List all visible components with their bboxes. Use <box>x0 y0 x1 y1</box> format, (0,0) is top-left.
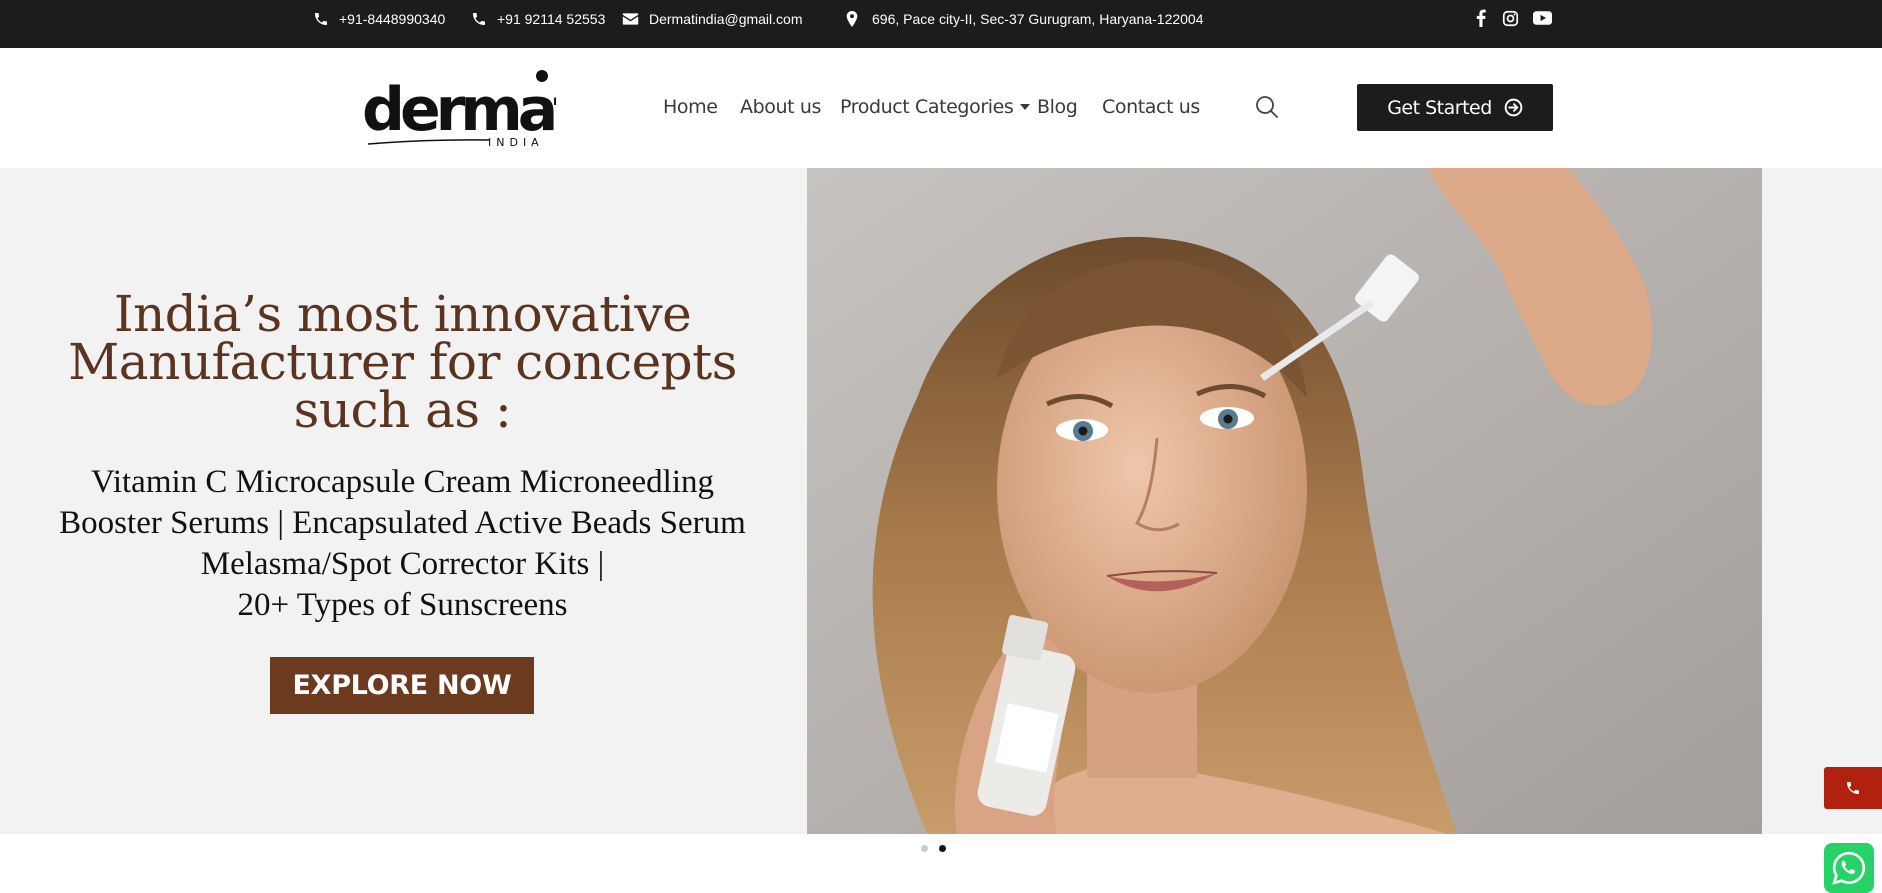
phone-icon <box>1847 782 1859 794</box>
hero-sub-line: Vitamin C Microcapsule Cream Microneedli… <box>90 464 715 500</box>
caret-down-icon <box>1020 104 1031 110</box>
envelope-icon <box>622 12 639 25</box>
facebook-icon <box>1476 9 1486 27</box>
slider-dot-1[interactable] <box>921 845 928 852</box>
get-started-button[interactable]: Get Started <box>1357 84 1553 131</box>
whatsapp-icon <box>1832 851 1866 885</box>
slider-dot-2[interactable] <box>939 845 946 852</box>
hero-heading: India’s most innovative Manufacturer for… <box>60 285 745 439</box>
instagram-icon <box>1502 10 1518 26</box>
svg-text:dermat: dermat <box>362 75 556 145</box>
whatsapp-floating-button[interactable] <box>1824 843 1874 893</box>
search-button[interactable] <box>1254 94 1280 120</box>
nav-contact-us[interactable]: Contact us <box>1102 92 1200 122</box>
phone-link-2[interactable]: +91 92114 52553 <box>471 0 605 37</box>
explore-now-button[interactable]: EXPLORE NOW <box>270 657 534 714</box>
phone-number-1: +91-8448990340 <box>339 10 446 27</box>
search-icon <box>1256 96 1278 118</box>
phone-link-1[interactable]: +91-8448990340 <box>313 0 445 37</box>
hero-heading-line: such as : <box>293 381 512 439</box>
address-text: 696, Pace city-II, Sec-37 Gurugram, Hary… <box>872 10 1204 27</box>
nav-product-categories[interactable]: Product Categories <box>840 92 1031 122</box>
dermat-india-logo[interactable]: dermat INDIA <box>360 66 586 150</box>
instagram-link[interactable] <box>1500 6 1520 30</box>
nav-blog[interactable]: Blog <box>1037 92 1078 122</box>
facebook-link[interactable] <box>1471 6 1491 30</box>
address: 696, Pace city-II, Sec-37 Gurugram, Hary… <box>846 0 1204 37</box>
hero-sub-line: Melasma/Spot Corrector Kits | <box>200 546 605 582</box>
arrow-circle-right-icon <box>1504 98 1523 117</box>
youtube-link[interactable] <box>1531 6 1553 30</box>
hero-product-list: Vitamin C Microcapsule Cream Microneedli… <box>40 462 765 626</box>
hero-sub-line: 20+ Types of Sunscreens <box>237 587 568 623</box>
hero-heading-line: India’s most innovative <box>113 285 692 343</box>
phone-icon <box>315 12 327 25</box>
email-link[interactable]: Dermatindia@gmail.com <box>622 0 802 37</box>
email-address: Dermatindia@gmail.com <box>649 10 803 27</box>
call-floating-button[interactable] <box>1824 767 1882 809</box>
nav-product-categories-label: Product Categories <box>840 96 1014 118</box>
phone-number-2: +91 92114 52553 <box>497 10 606 27</box>
get-started-label: Get Started <box>1387 96 1492 119</box>
top-contact-bar: +91-8448990340 +91 92114 52553 Dermatind… <box>0 0 1882 48</box>
youtube-icon <box>1532 11 1552 25</box>
hero-sub-line: Booster Serums | Encapsulated Active Bea… <box>59 505 746 541</box>
svg-text:INDIA: INDIA <box>488 136 544 149</box>
nav-home[interactable]: Home <box>663 92 718 122</box>
map-pin-icon <box>846 10 858 27</box>
phone-icon <box>473 12 485 25</box>
hero-heading-line: Manufacturer for concepts <box>68 333 737 391</box>
nav-about-us[interactable]: About us <box>740 92 821 122</box>
hero-model-photo <box>807 168 1762 834</box>
